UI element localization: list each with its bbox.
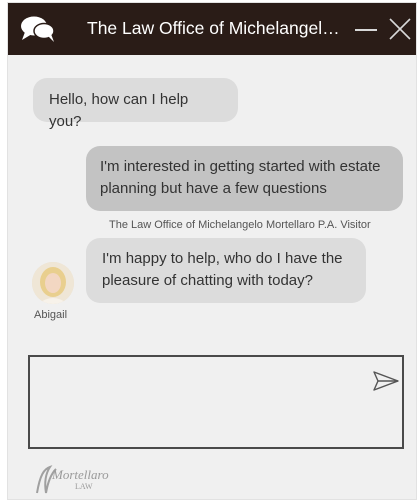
minimize-icon[interactable] [355, 29, 377, 31]
chat-header: The Law Office of Michelangelo Mortellar… [8, 3, 416, 55]
bot-message: Hello, how can I help you? [33, 78, 238, 130]
logo-subtext: LAW [75, 482, 93, 491]
chat-bubbles-icon [21, 16, 55, 42]
visitor-label: The Law Office of Michelangelo Mortellar… [109, 219, 371, 231]
message-input[interactable] [36, 363, 360, 445]
agent-name: Abigail [34, 309, 68, 321]
avatar [32, 262, 74, 304]
logo-text: Mortellaro [52, 467, 109, 482]
chat-title: The Law Office of Michelangelo Mortellar… [87, 18, 347, 38]
visitor-message: I'm interested in getting started with e… [86, 146, 403, 211]
send-icon[interactable] [372, 370, 400, 392]
chat-widget: The Law Office of Michelangelo Mortellar… [7, 2, 417, 500]
message-input-box[interactable] [28, 355, 404, 449]
agent-message: I'm happy to help, who do I have the ple… [86, 238, 366, 303]
mortellaro-logo: Mortellaro LAW [34, 463, 114, 497]
close-icon[interactable] [388, 17, 412, 41]
